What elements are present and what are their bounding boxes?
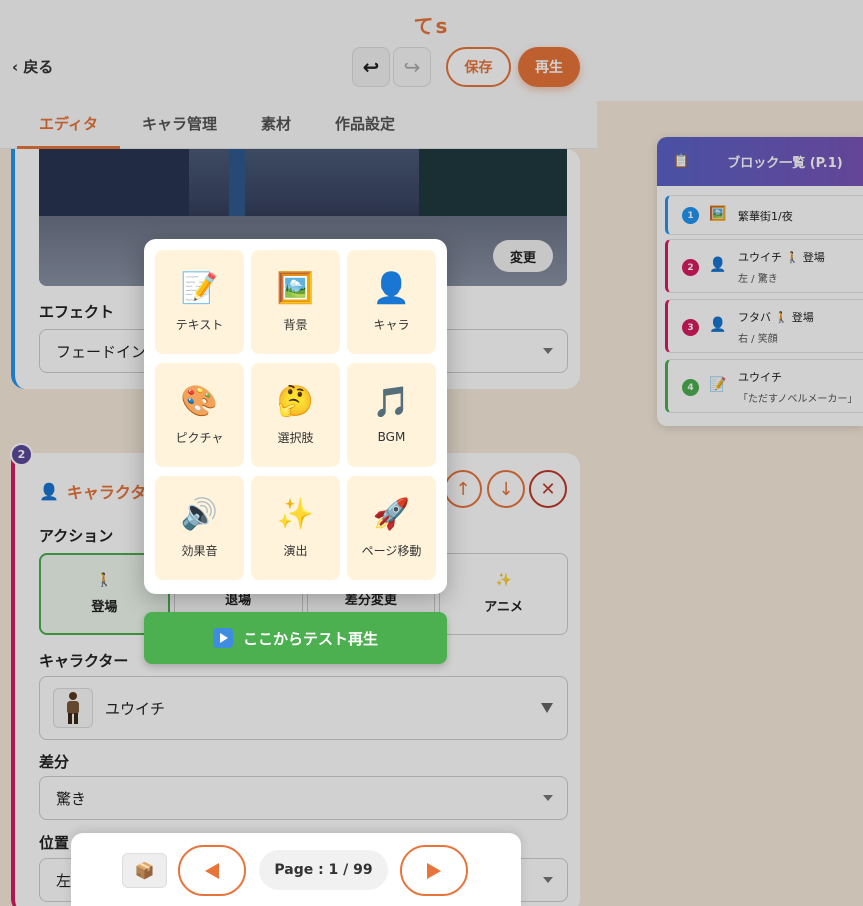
triangle-right-icon (427, 862, 441, 879)
tile-label: ページ移動 (361, 543, 422, 558)
tile-label: キャラ (373, 317, 410, 332)
add-block-grid: 📝 テキスト 🖼️ 背景 👤 キャラ 🎨 ピクチャ 🤔 選択肢 🎵 BGM 🔊 … (155, 250, 436, 580)
tile-label: BGM (377, 430, 406, 444)
rocket-icon: 🚀 (372, 496, 411, 532)
sparkles-icon: ✨ (276, 496, 315, 532)
memo-icon: 📝 (180, 270, 219, 306)
triangle-left-icon (205, 862, 219, 879)
palette-icon: 🎨 (180, 383, 219, 419)
add-character-button[interactable]: 👤 キャラ (347, 250, 436, 354)
add-sound-effect-button[interactable]: 🔊 効果音 (155, 476, 244, 580)
add-background-button[interactable]: 🖼️ 背景 (251, 250, 340, 354)
picture-icon: 🖼️ (276, 270, 315, 306)
play-icon (212, 628, 233, 648)
tile-label: 選択肢 (277, 430, 314, 445)
add-bgm-button[interactable]: 🎵 BGM (347, 363, 436, 467)
package-icon: 📦 (134, 861, 155, 880)
editor-page: てs ‹ 戻る ↩ ↪ 保存 再生 エディタ キャラ管理 素材 作品設定 変更 … (0, 0, 863, 906)
page-indicator: Page : 1 / 99 (259, 850, 388, 890)
music-note-icon: 🎵 (372, 385, 411, 420)
add-choice-button[interactable]: 🤔 選択肢 (251, 363, 340, 467)
tile-label: ピクチャ (175, 430, 224, 445)
add-page-jump-button[interactable]: 🚀 ページ移動 (347, 476, 436, 580)
person-icon: 👤 (372, 270, 411, 306)
tile-label: 演出 (283, 543, 308, 558)
add-block-menu: 📝 テキスト 🖼️ 背景 👤 キャラ 🎨 ピクチャ 🤔 選択肢 🎵 BGM 🔊 … (144, 239, 447, 594)
add-text-button[interactable]: 📝 テキスト (155, 250, 244, 354)
tile-label: 背景 (283, 317, 308, 332)
add-effect-button[interactable]: ✨ 演出 (251, 476, 340, 580)
thinking-face-icon: 🤔 (276, 383, 315, 419)
tile-label: テキスト (175, 317, 224, 332)
package-button[interactable]: 📦 (122, 853, 167, 888)
add-picture-button[interactable]: 🎨 ピクチャ (155, 363, 244, 467)
tile-label: 効果音 (181, 543, 218, 558)
test-play-label: ここからテスト再生 (242, 629, 378, 648)
previous-page-button[interactable] (178, 845, 246, 896)
test-play-from-here-button[interactable]: ここからテスト再生 (144, 612, 447, 664)
page-navigator: 📦 Page : 1 / 99 (71, 833, 521, 906)
next-page-button[interactable] (400, 845, 468, 896)
speaker-icon: 🔊 (180, 496, 219, 532)
